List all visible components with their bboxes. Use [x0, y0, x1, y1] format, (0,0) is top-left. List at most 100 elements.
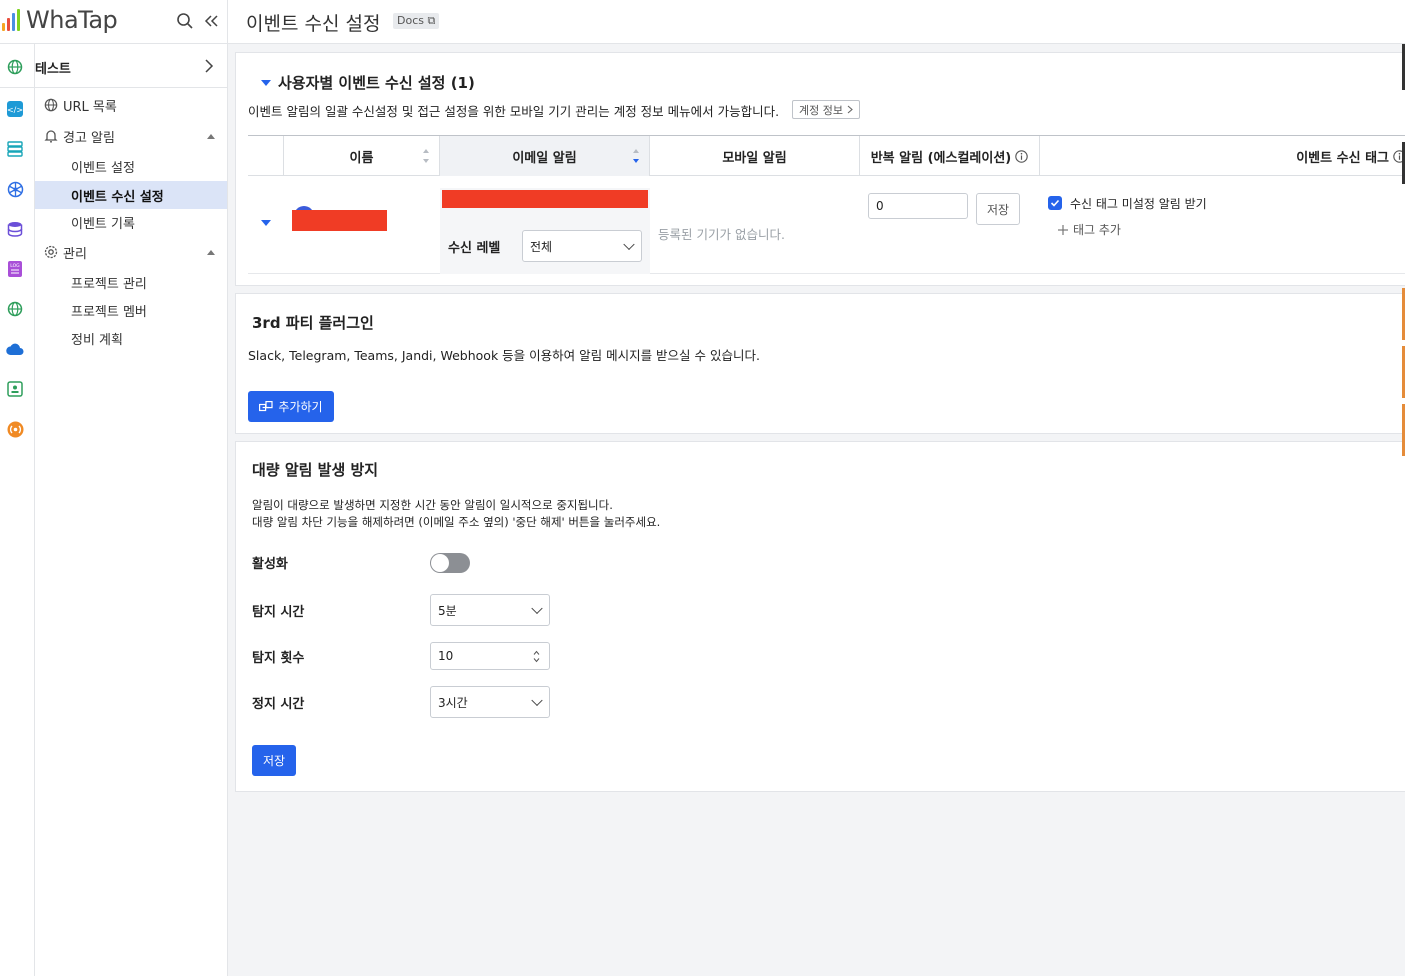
- email-cell: 수신 레벨 전체: [440, 188, 650, 274]
- bulk-save-label: 저장: [262, 754, 286, 768]
- sidebar-item-alerts[interactable]: 경고 알림: [35, 122, 227, 150]
- sidebar-item-label: 이벤트 기록: [71, 216, 135, 232]
- chevron-down-icon: [531, 694, 543, 707]
- column-mobile: 모바일 알림: [650, 136, 860, 176]
- column-label: 이메일 알림: [512, 150, 577, 166]
- bulk-save-button[interactable]: 저장: [252, 745, 296, 776]
- svg-text:LOG: LOG: [10, 263, 20, 269]
- section-title: 대량 알림 발생 방지: [252, 461, 379, 479]
- bulk-description-2: 대량 알림 차단 기능을 해제하려면 (이메일 주소 옆의) '중단 해제' 버…: [252, 515, 661, 529]
- user-event-settings-card: 사용자별 이벤트 수신 설정 (1) 이벤트 알림의 일괄 수신설정 및 접근 …: [235, 52, 1405, 286]
- gear-icon: [44, 245, 58, 259]
- column-repeat: 반복 알림 (에스컬레이션): [860, 136, 1040, 176]
- chevron-down-icon: [623, 238, 635, 251]
- docs-link[interactable]: Docs ⧉: [393, 13, 440, 29]
- page-title: 이벤트 수신 설정: [246, 13, 381, 35]
- column-tags: 이벤트 수신 태그: [1040, 136, 1405, 176]
- collapse-triangle-icon[interactable]: [261, 80, 271, 86]
- detect-time-label: 탐지 시간: [252, 605, 305, 620]
- sidebar-item-label: URL 목록: [63, 99, 117, 115]
- account-info-label: 계정 정보: [799, 103, 843, 117]
- receive-level-select[interactable]: 전체: [522, 230, 642, 262]
- plugin-card: 3rd 파티 플러그인 Slack, Telegram, Teams, Jand…: [235, 293, 1405, 434]
- column-label: 반복 알림 (에스컬레이션): [870, 150, 1012, 166]
- sidebar-item-project-members[interactable]: 프로젝트 멤버: [35, 296, 227, 324]
- enable-toggle[interactable]: [430, 553, 470, 573]
- chevron-down-icon: [531, 602, 543, 615]
- account-info-button[interactable]: 계정 정보: [792, 100, 860, 119]
- detect-count-stepper[interactable]: 10: [430, 642, 550, 670]
- product-rail: </> LOG: [0, 44, 35, 976]
- info-icon[interactable]: [1015, 149, 1029, 163]
- cloud-icon[interactable]: [6, 340, 24, 358]
- chevron-right-icon: [847, 105, 853, 114]
- sidebar-item-event-receive[interactable]: 이벤트 수신 설정: [35, 181, 227, 209]
- caret-up-icon: [207, 134, 215, 139]
- logo-bar: WhaTap: [0, 0, 228, 44]
- add-plugin-button[interactable]: 추가하기: [248, 391, 334, 422]
- tag-checkbox[interactable]: [1048, 196, 1062, 210]
- bell-icon: [44, 129, 58, 143]
- page-header: 이벤트 수신 설정 Docs ⧉: [228, 0, 1405, 44]
- project-sidebar: 테스트 URL 목록 경고 알림 이벤트 설정 이벤트 수신 설정 이벤트 기록…: [0, 44, 228, 976]
- log-icon[interactable]: LOG: [6, 260, 24, 278]
- section-title: 사용자별 이벤트 수신 설정 (1): [278, 74, 475, 92]
- sidebar-item-label: 관리: [63, 246, 87, 262]
- receive-level-value: 전체: [530, 239, 553, 254]
- sort-icon[interactable]: [423, 148, 429, 164]
- tag-checkbox-label: 수신 태그 미설정 알림 받기: [1070, 197, 1207, 211]
- project-name: 테스트: [35, 62, 71, 77]
- dashboard-icon[interactable]: [6, 380, 24, 398]
- repeat-alert-value: 0: [876, 199, 884, 213]
- detect-count-value: 10: [438, 649, 454, 663]
- detect-time-select[interactable]: 5분: [430, 594, 550, 626]
- stepper-arrows-icon[interactable]: [533, 650, 540, 663]
- redacted-name: [292, 210, 387, 231]
- repeat-alert-input[interactable]: 0: [868, 193, 968, 219]
- receive-level-label: 수신 레벨: [448, 241, 501, 256]
- redacted-email: [442, 190, 648, 208]
- sidebar-item-label: 경고 알림: [63, 130, 115, 146]
- stop-time-select[interactable]: 3시간: [430, 686, 550, 718]
- column-name[interactable]: 이름: [284, 136, 440, 176]
- docs-label: Docs: [397, 14, 424, 27]
- sidebar-item-label: 정비 계획: [71, 332, 123, 348]
- section-description: Slack, Telegram, Teams, Jandi, Webhook 등…: [248, 348, 760, 363]
- expand-row-icon[interactable]: [261, 220, 271, 226]
- mobile-empty-text: 등록된 기기가 없습니다.: [658, 227, 785, 242]
- detect-count-label: 탐지 횟수: [252, 651, 305, 666]
- network-globe-icon[interactable]: [6, 300, 24, 318]
- sort-desc-icon[interactable]: [633, 148, 639, 164]
- database-icon[interactable]: [6, 220, 24, 238]
- stop-time-value: 3시간: [438, 695, 468, 710]
- column-email[interactable]: 이메일 알림: [440, 136, 650, 176]
- whatap-logo[interactable]: WhaTap: [2, 6, 118, 34]
- plus-icon: [1058, 224, 1068, 235]
- add-plugin-label: 추가하기: [278, 400, 323, 414]
- repeat-save-button[interactable]: 저장: [976, 193, 1020, 225]
- sidebar-item-event-settings[interactable]: 이벤트 설정: [35, 152, 227, 180]
- code-icon[interactable]: </>: [6, 100, 24, 118]
- repeat-save-label: 저장: [986, 202, 1010, 217]
- kubernetes-icon[interactable]: [6, 180, 24, 198]
- add-tag-button[interactable]: 태그 추가: [1058, 221, 1121, 238]
- sidebar-item-event-history[interactable]: 이벤트 기록: [35, 208, 227, 236]
- sidebar-item-label: 프로젝트 관리: [71, 276, 147, 292]
- sidebar-item-label: 이벤트 설정: [71, 160, 135, 176]
- stop-time-label: 정지 시간: [252, 697, 305, 712]
- detect-time-value: 5분: [438, 603, 457, 618]
- server-icon[interactable]: [6, 140, 24, 158]
- collapse-sidebar-icon[interactable]: [203, 13, 219, 29]
- project-selector[interactable]: 테스트: [0, 44, 228, 88]
- sidebar-item-label: 이벤트 수신 설정: [71, 189, 164, 205]
- enable-label: 활성화: [252, 557, 288, 572]
- sidebar-item-management[interactable]: 관리: [35, 238, 227, 266]
- sidebar-item-maintenance[interactable]: 정비 계획: [35, 324, 227, 352]
- globe-icon: [44, 98, 58, 112]
- column-label: 이름: [349, 150, 374, 166]
- broadcast-icon[interactable]: [6, 420, 24, 438]
- search-icon[interactable]: [176, 12, 194, 30]
- sidebar-item-project-manage[interactable]: 프로젝트 관리: [35, 268, 227, 296]
- sidebar-item-url-list[interactable]: URL 목록: [35, 91, 227, 119]
- svg-text:</>: </>: [7, 106, 23, 115]
